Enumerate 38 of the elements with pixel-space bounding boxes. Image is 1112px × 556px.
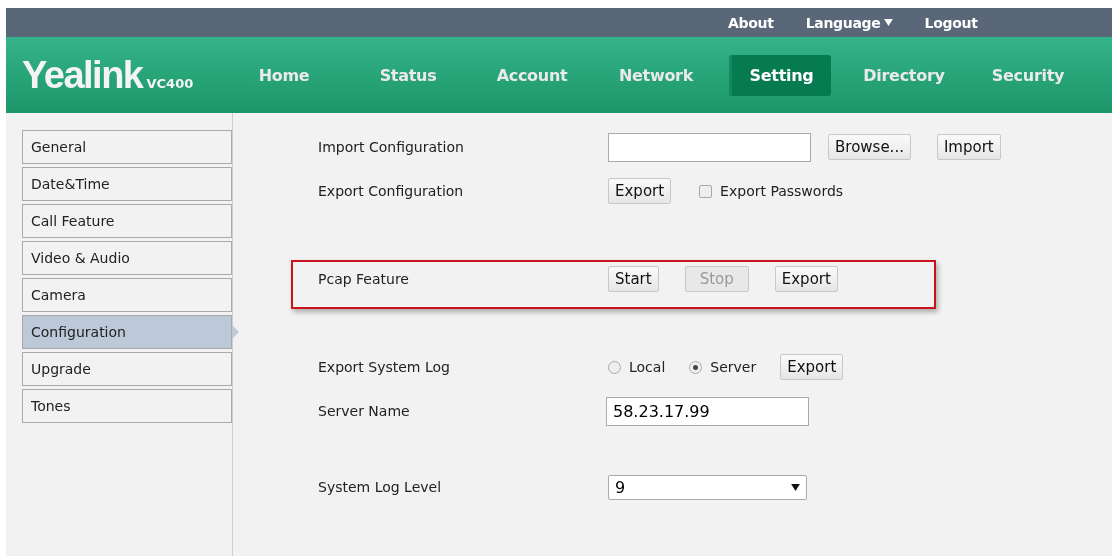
log-level-select[interactable]: 9 [608, 474, 807, 500]
sidebar-item[interactable]: Configuration [22, 315, 232, 349]
brand-logo: Yealink [22, 53, 143, 97]
top-link[interactable]: Logout [924, 14, 978, 31]
model-name: VC400 [146, 75, 194, 91]
action-button[interactable]: Import [936, 134, 1001, 160]
top-link[interactable]: About [728, 14, 774, 31]
radio-button[interactable] [689, 360, 703, 374]
field-label: Pcap Feature [318, 271, 410, 287]
field-label: Server Name [318, 403, 411, 419]
action-button[interactable]: Export [608, 178, 672, 204]
file-path-field[interactable] [608, 132, 811, 162]
field-label: Export System Log [318, 359, 451, 375]
action-button[interactable]: Export [780, 354, 844, 380]
radio-button[interactable] [608, 360, 621, 374]
server-name-field[interactable]: 58.23.17.99 [606, 396, 809, 426]
caret-icon [791, 483, 800, 491]
sidebar-item[interactable]: Tones [22, 389, 232, 423]
radio-label: Local [629, 359, 666, 375]
field-label: Export Configuration [318, 183, 465, 199]
sidebar-item[interactable]: Call Feature [22, 204, 232, 238]
sidebar-item[interactable]: Upgrade [22, 352, 232, 386]
checkbox[interactable] [699, 184, 713, 198]
sidebar-item[interactable]: Video & Audio [22, 241, 232, 275]
action-button[interactable]: Start [608, 266, 659, 292]
nav-tab[interactable]: Setting [728, 54, 832, 96]
action-button[interactable]: Browse... [828, 134, 911, 160]
checkbox-label: Export Passwords [720, 183, 844, 199]
sidebar-item[interactable]: General [22, 130, 232, 164]
caret-icon [883, 19, 893, 26]
sidebar-item[interactable]: Date&Time [22, 167, 232, 201]
action-button[interactable]: Export [774, 266, 838, 292]
radio-label: Server [710, 359, 757, 375]
pointer-icon [232, 325, 239, 339]
field-label: Import Configuration [318, 139, 465, 155]
language-menu[interactable]: Language [805, 14, 893, 31]
field-label: System Log Level [318, 479, 443, 495]
sidebar-item[interactable]: Camera [22, 278, 232, 312]
